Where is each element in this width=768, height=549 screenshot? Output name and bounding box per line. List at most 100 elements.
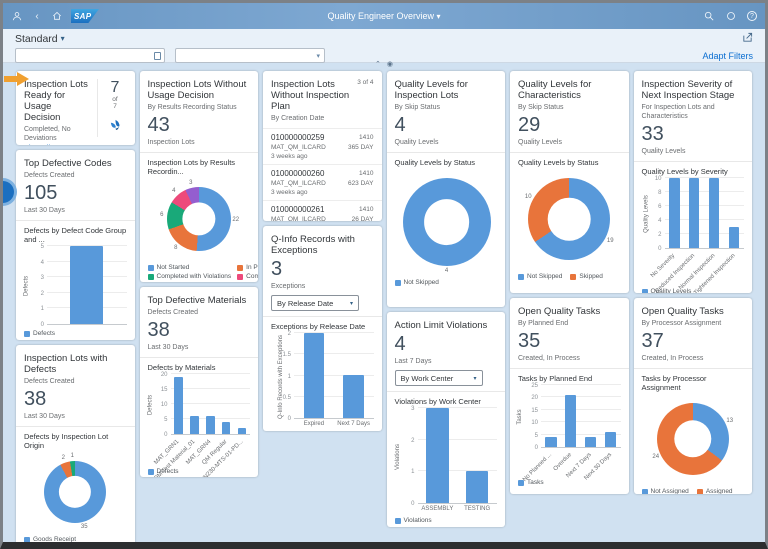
help-icon[interactable]: ? — [747, 11, 757, 21]
y-axis-title: Quality Levels — [643, 195, 650, 233]
bar[interactable] — [709, 178, 720, 248]
kpi-caption: Quality Levels — [641, 148, 686, 155]
list-item[interactable]: 010000000261 MAT_QM_ILCARD 3 weeks ago 1… — [263, 200, 382, 221]
donut-chart[interactable] — [528, 178, 611, 260]
bar[interactable] — [689, 178, 700, 248]
chart-section-title: Defects by Defect Code Group and ... — [24, 226, 127, 244]
bar[interactable] — [70, 246, 104, 324]
divider — [139, 357, 258, 358]
list-item[interactable]: 010000000260 MAT_QM_ILCARD 3 weeks ago 1… — [263, 164, 382, 200]
bar-plot — [170, 373, 250, 435]
bar[interactable] — [174, 377, 183, 434]
value-help-icon[interactable] — [154, 51, 161, 60]
card-open-tasks-processor[interactable]: Open Quality Tasks By Processor Assignme… — [633, 298, 752, 494]
view-all-link[interactable]: View All — [24, 143, 91, 145]
bar[interactable] — [669, 178, 680, 248]
dash-column-6: Inspection Severity of Next Inspection S… — [633, 71, 752, 494]
chart-legend: Violations — [394, 517, 498, 524]
card-quality-levels-lots[interactable]: Quality Levels for Inspection Lots By Sk… — [386, 71, 505, 307]
card-subtitle: By Results Recording Status — [147, 104, 237, 111]
card-lots-ready-usage-decision[interactable]: Inspection Lots Ready for Usage Decision… — [16, 71, 135, 145]
filter-select[interactable]: ▾ — [175, 48, 325, 63]
copilot-icon[interactable] — [725, 10, 737, 22]
legend-item: Completed — [237, 273, 258, 280]
bar[interactable] — [466, 471, 489, 503]
bar[interactable] — [585, 437, 597, 447]
divider — [16, 426, 135, 427]
view-selector[interactable]: By Release Date ▾ — [271, 295, 359, 311]
chevron-down-icon: ▾ — [436, 12, 441, 21]
card-open-tasks-planned-end[interactable]: Open Quality Tasks By Planned End 35 Cre… — [510, 298, 629, 494]
card-lots-without-inspection-plan[interactable]: Inspection Lots Without Inspection Plan … — [263, 71, 382, 221]
variant-selector[interactable]: Standard ▾ — [15, 33, 65, 45]
back-icon[interactable]: ‹ — [31, 10, 43, 22]
bar[interactable] — [605, 432, 617, 447]
card-inspection-severity[interactable]: Inspection Severity of Next Inspection S… — [633, 71, 752, 293]
shell-bar: ‹ SAP Quality Engineer Overview ▾ ? — [3, 3, 765, 29]
donut-segment-label: 24 — [652, 454, 660, 460]
card-top-defective-codes[interactable]: Top Defective Codes Defects Created 105 … — [16, 150, 135, 340]
chart-section-title: Violations by Work Center — [394, 397, 481, 406]
search-icon[interactable] — [703, 10, 715, 22]
bar[interactable] — [426, 408, 449, 503]
divider — [510, 368, 629, 369]
kpi-caption: Last 30 Days — [24, 207, 65, 214]
donut-chart[interactable] — [656, 403, 729, 475]
kpi-total: 7 — [113, 103, 117, 110]
pin-header-icon[interactable]: ◉ — [387, 60, 393, 68]
bar[interactable] — [221, 422, 231, 434]
card-subtitle: By Creation Date — [271, 115, 325, 122]
bar[interactable] — [205, 416, 215, 434]
donut-chart[interactable] — [402, 178, 491, 266]
collapse-header-icon[interactable]: ⌃ — [375, 60, 381, 68]
user-icon[interactable] — [11, 10, 23, 22]
card-subtitle: By Skip Status — [518, 104, 564, 111]
list-item[interactable]: 010000000259 MAT_QM_ILCARD 3 weeks ago 1… — [263, 128, 382, 164]
bar[interactable] — [565, 395, 577, 447]
lot-material: MAT_QM_ILCARD — [271, 216, 326, 221]
legend-item: Completed with Violations — [147, 273, 231, 280]
adapt-filters-link[interactable]: Adapt Filters — [702, 51, 753, 61]
legend-item: Violations — [394, 517, 432, 524]
lot-number: 010000000261 — [271, 205, 325, 214]
chevron-down-icon: ▾ — [473, 375, 477, 382]
card-quality-levels-characteristics[interactable]: Quality Levels for Characteristics By Sk… — [510, 71, 629, 293]
lots-icon — [108, 119, 123, 137]
card-title: Inspection Severity of Next Inspection S… — [641, 79, 735, 101]
home-icon[interactable] — [51, 10, 63, 22]
bar[interactable] — [303, 333, 325, 418]
view-selector[interactable]: By Work Center ▾ — [394, 370, 483, 386]
card-lots-with-defects[interactable]: Inspection Lots with Defects Defects Cre… — [16, 345, 135, 542]
x-axis-labels: No Severity Reduced Inspection Normal Insp… — [650, 252, 737, 293]
bar[interactable] — [343, 375, 364, 418]
card-title: Quality Levels for Characteristics — [518, 79, 592, 101]
kpi-value: 105 — [24, 182, 58, 204]
card-title: Open Quality Tasks — [641, 306, 724, 317]
chart-section-title: Tasks by Processor Assignment — [641, 374, 707, 392]
card-action-limit-violations[interactable]: Action Limit Violations 4 Last 7 Days By… — [386, 312, 505, 527]
page-title-menu[interactable]: Quality Engineer Overview ▾ — [327, 11, 440, 21]
bar[interactable] — [237, 428, 247, 434]
card-subtitle: By Skip Status — [394, 104, 441, 111]
share-icon[interactable] — [742, 32, 753, 45]
skip-status-donut-chart: 4 Not Skipped — [394, 170, 498, 286]
donut-chart[interactable] — [44, 461, 107, 523]
kpi-caption: Inspection Lots — [147, 139, 195, 146]
legend-item: Tasks — [518, 479, 544, 486]
card-lots-without-usage-decision[interactable]: Inspection Lots Without Usage Decision B… — [139, 71, 258, 282]
bar[interactable] — [189, 416, 199, 434]
card-top-defective-materials[interactable]: Top Defective Materials Defects Created … — [139, 287, 258, 477]
annotation-arrow — [4, 72, 30, 86]
y-axis-title: Violations — [394, 443, 401, 470]
bar[interactable] — [728, 227, 740, 248]
donut-chart[interactable] — [166, 187, 231, 251]
card-title: Open Quality Tasks — [518, 306, 601, 317]
chart-legend: Not Skipped Skipped — [518, 273, 621, 280]
card-qinfo-records[interactable]: Q-Info Records with Exceptions 3 Excepti… — [263, 226, 382, 431]
bar[interactable] — [545, 437, 557, 447]
sap-logo[interactable]: SAP — [71, 9, 99, 23]
donut-segment-label: 22 — [232, 217, 240, 223]
divider — [510, 152, 629, 153]
kpi-of: of — [112, 96, 118, 103]
filter-input[interactable] — [19, 49, 154, 62]
